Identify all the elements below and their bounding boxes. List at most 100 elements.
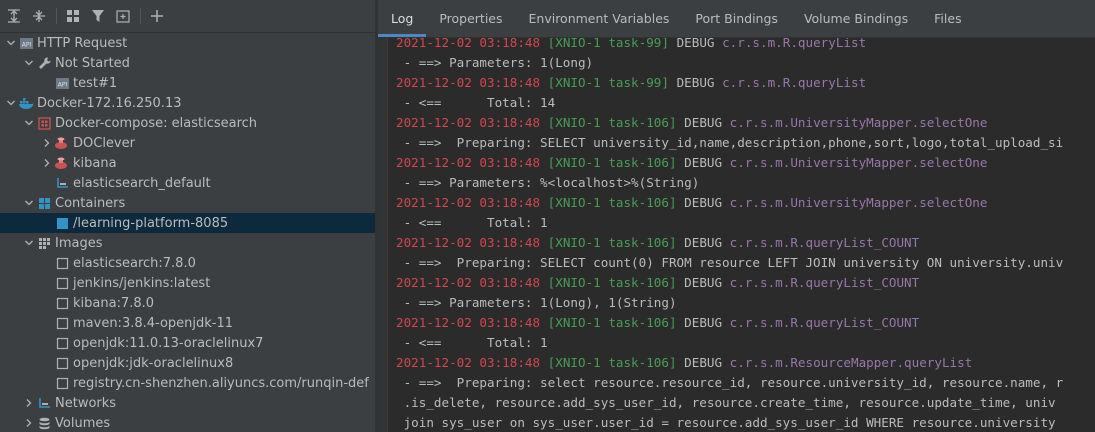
tree-item-kibana-service[interactable]: kibana [0, 153, 375, 173]
log-thread: [XNIO-1 task-106] [547, 155, 677, 170]
tree-item-img-openjdk11[interactable]: openjdk:11.0.13-oraclelinux7 [0, 333, 375, 353]
images-icon [36, 235, 52, 251]
log-message-text: - ==> Parameters: 1(Long) [396, 55, 594, 70]
chevron-down-icon[interactable] [22, 236, 36, 250]
tree-item-docker-host[interactable]: Docker-172.16.250.13 [0, 93, 375, 113]
chevron-right-icon[interactable] [22, 396, 36, 410]
log-entry-header: 2021-12-02 03:18:48 [XNIO-1 task-106] DE… [396, 313, 1095, 333]
log-thread: [XNIO-1 task-106] [547, 275, 677, 290]
services-tree: API HTTP Request Not Started API test#1 Docke… [0, 33, 375, 432]
log-timestamp: 2021-12-02 03:18:48 [396, 275, 541, 290]
details-panel: Log Properties Environment Variables Port B… [378, 0, 1095, 432]
log-message-text: - ==> Preparing: SELECT count(0) FROM re… [396, 255, 1064, 270]
tree-item-volumes[interactable]: Volumes [0, 413, 375, 432]
log-message: - ==> Preparing: select resource.resourc… [396, 373, 1095, 393]
chevron-right-icon[interactable] [22, 416, 36, 430]
tree-item-images[interactable]: Images [0, 233, 375, 253]
tree-item-label: Volumes [55, 415, 111, 431]
image-icon [54, 355, 70, 371]
log-logger: c.r.s.m.UniversityMapper.selectOne [729, 195, 988, 210]
log-level: DEBUG [684, 155, 723, 170]
image-icon [54, 315, 70, 331]
service-icon [54, 135, 70, 151]
docker-icon [18, 95, 34, 111]
tree-item-docker-compose[interactable]: Docker-compose: elasticsearch [0, 113, 375, 133]
log-logger: c.r.s.m.R.queryList_COUNT [729, 275, 920, 290]
tree-item-http-request[interactable]: API HTTP Request [0, 33, 375, 53]
group-icon[interactable] [63, 6, 83, 26]
log-logger: c.r.s.m.ResourceMapper.queryList [729, 355, 973, 370]
tree-item-label: openjdk:11.0.13-oraclelinux7 [73, 335, 264, 351]
log-entry-header: 2021-12-02 03:18:48 [XNIO-1 task-106] DE… [396, 113, 1095, 133]
log-message-text: - <== Total: 14 [396, 95, 556, 110]
tab-files[interactable]: Files [921, 0, 974, 37]
log-view[interactable]: 2021-12-02 03:18:48 [XNIO-1 task-99] DEB… [378, 38, 1095, 432]
tree-item-doclever[interactable]: DOClever [0, 133, 375, 153]
log-level: DEBUG [684, 115, 723, 130]
tree-item-label: kibana:7.8.0 [73, 295, 155, 311]
containers-icon [36, 195, 52, 211]
log-message: - ==> Preparing: SELECT university_id,na… [396, 133, 1095, 153]
tree-item-containers[interactable]: Containers [0, 193, 375, 213]
tab-log[interactable]: Log [378, 0, 427, 37]
log-message: - <== Total: 1 [396, 213, 1095, 233]
filter-icon[interactable] [88, 6, 108, 26]
tab-volumes[interactable]: Volume Bindings [791, 0, 921, 37]
tree-item-label: openjdk:jdk-oraclelinux8 [73, 355, 234, 371]
chevron-right-icon[interactable] [40, 156, 54, 170]
log-message-text: - ==> Preparing: SELECT university_id,na… [396, 135, 1064, 150]
compose-icon [36, 115, 52, 131]
log-timestamp: 2021-12-02 03:18:48 [396, 315, 541, 330]
chevron-down-icon[interactable] [22, 116, 36, 130]
tab-ports[interactable]: Port Bindings [682, 0, 791, 37]
tab-properties[interactable]: Properties [426, 0, 515, 37]
chevron-down-icon[interactable] [22, 56, 36, 70]
tree-item-label: jenkins/jenkins:latest [73, 275, 211, 291]
log-level: DEBUG [684, 275, 723, 290]
tree-item-learning-platform[interactable]: /learning-platform-8085 [0, 213, 375, 233]
log-message-text: - ==> Preparing: select resource.resourc… [396, 375, 1064, 390]
volumes-icon [36, 415, 52, 431]
tree-item-label: Not Started [55, 55, 130, 71]
log-message-text: join sys_user on sys_user.user_id = reso… [396, 415, 1056, 430]
tab-env[interactable]: Environment Variables [516, 0, 683, 37]
tree-item-label: test#1 [73, 75, 118, 91]
log-message: - ==> Parameters: 1(Long), 1(String) [396, 293, 1095, 313]
chevron-right-icon[interactable] [40, 136, 54, 150]
tree-item-img-registry[interactable]: registry.cn-shenzhen.aliyuncs.com/runqin… [0, 373, 375, 393]
chevron-down-icon[interactable] [4, 36, 18, 50]
tree-item-label: elasticsearch_default [73, 175, 211, 191]
chevron-down-icon[interactable] [4, 96, 18, 110]
tree-item-img-jenkins[interactable]: jenkins/jenkins:latest [0, 273, 375, 293]
tree-item-label: Docker-compose: elasticsearch [55, 115, 258, 131]
tree-item-not-started[interactable]: Not Started [0, 53, 375, 73]
chevron-down-icon[interactable] [22, 196, 36, 210]
tree-item-img-elasticsearch[interactable]: elasticsearch:7.8.0 [0, 253, 375, 273]
log-timestamp: 2021-12-02 03:18:48 [396, 38, 541, 50]
tree-item-img-openjdk-jdk[interactable]: openjdk:jdk-oraclelinux8 [0, 353, 375, 373]
tree-item-img-maven[interactable]: maven:3.8.4-openjdk-11 [0, 313, 375, 333]
toolbar-separator [56, 8, 57, 24]
collapse-all-icon[interactable] [29, 6, 49, 26]
api-icon: API [54, 75, 70, 91]
expand-all-icon[interactable] [4, 6, 24, 26]
tree-item-elasticsearch-default[interactable]: elasticsearch_default [0, 173, 375, 193]
tree-item-img-kibana[interactable]: kibana:7.8.0 [0, 293, 375, 313]
add-icon[interactable] [147, 6, 167, 26]
log-level: DEBUG [684, 195, 723, 210]
api-icon: API [18, 35, 34, 51]
toolbar-separator [140, 8, 141, 24]
tree-item-test-1[interactable]: API test#1 [0, 73, 375, 93]
log-message-text: - ==> Parameters: %<localhost>%(String) [396, 175, 700, 190]
tree-item-networks[interactable]: Networks [0, 393, 375, 413]
tree-item-label: DOClever [73, 135, 135, 151]
new-tab-icon[interactable] [113, 6, 133, 26]
